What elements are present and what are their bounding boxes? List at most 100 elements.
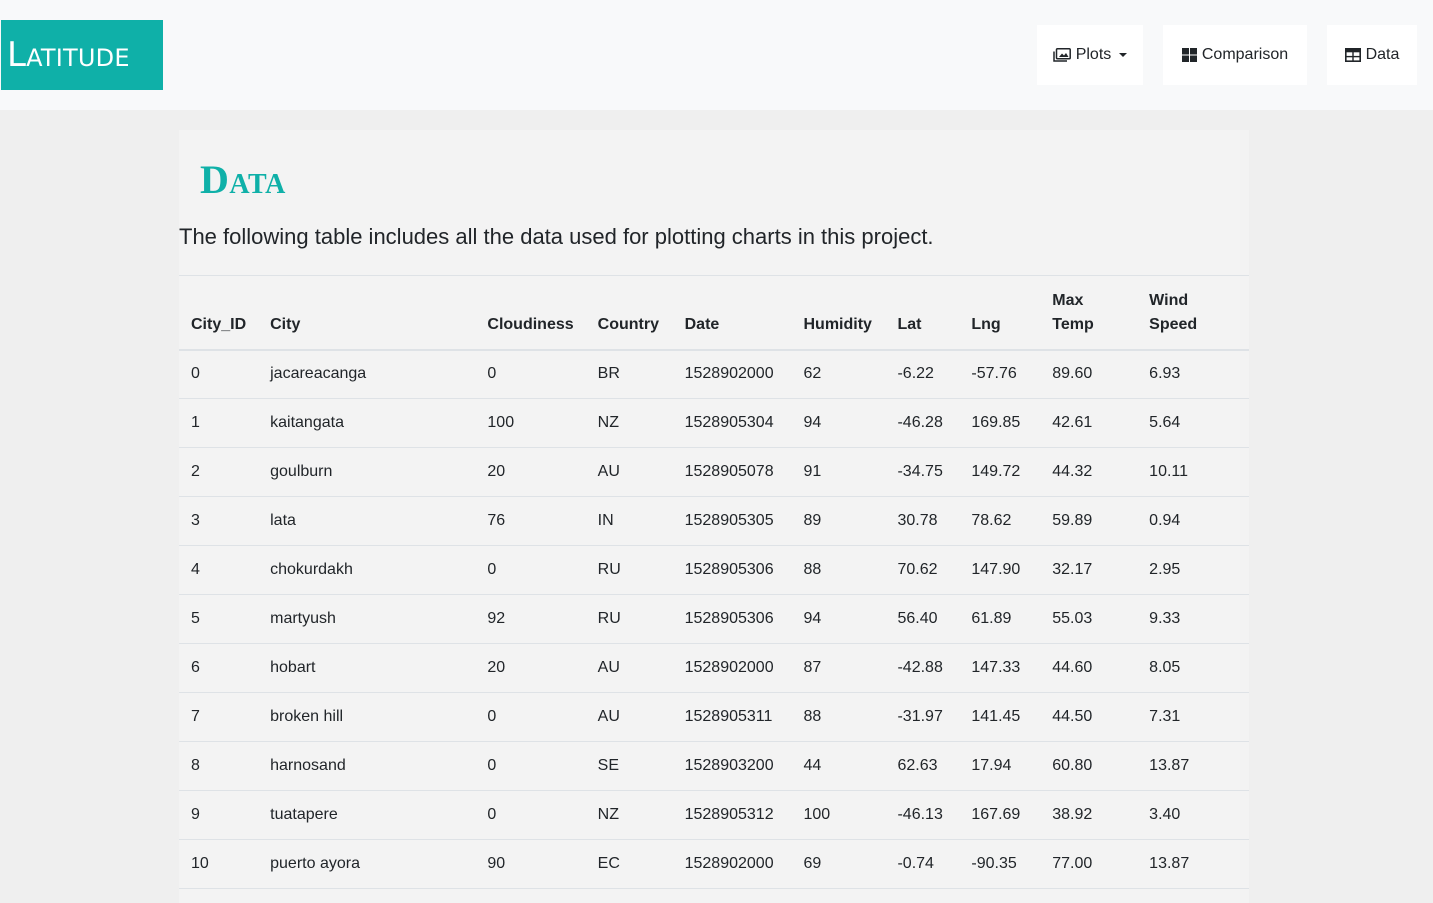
cell-date: 1528902000 <box>672 349 792 399</box>
cell-country: EC <box>585 839 673 889</box>
cell-cloudiness: 0 <box>475 349 586 399</box>
cell-max-temp: 89.60 <box>1040 349 1138 399</box>
cell-max-temp: 55.03 <box>1040 594 1138 644</box>
cell-lng: 78.62 <box>959 496 1041 546</box>
header-lng: Lng <box>959 275 1041 351</box>
cell-humidity: 62 <box>791 349 886 399</box>
cell-humidity: 94 <box>791 398 886 448</box>
cell-wind-speed: 6.93 <box>1137 349 1249 399</box>
cell-lng: 147.90 <box>959 545 1041 595</box>
cell-country: NZ <box>585 790 673 840</box>
cell-city-id: 10 <box>179 839 259 889</box>
cell-city: puerto ayora <box>258 839 476 889</box>
cell-cloudiness: 100 <box>475 398 586 448</box>
table-header-row: City_ID City Cloudiness Country Date Hum… <box>179 275 1249 351</box>
cell-max-temp: 42.61 <box>1040 398 1138 448</box>
plots-dropdown-button[interactable]: Plots <box>1037 25 1143 85</box>
brand-logo[interactable]: Latitude <box>1 20 163 90</box>
plots-label: Plots <box>1075 46 1112 63</box>
cell-city-id: 6 <box>179 643 259 693</box>
cell-country: RU <box>585 545 673 595</box>
cell-cloudiness: 90 <box>475 839 586 889</box>
cell-country: AU <box>585 692 673 742</box>
cell-date: 1528905312 <box>672 790 792 840</box>
cell-humidity: 89 <box>791 496 886 546</box>
data-label: Data <box>1365 46 1400 63</box>
cell-lat: 62.63 <box>885 741 960 791</box>
data-table: City_ID City Cloudiness Country Date Hum… <box>179 275 1249 889</box>
cell-date: 1528902000 <box>672 643 792 693</box>
cell-lng: 61.89 <box>959 594 1041 644</box>
table-row: 1 kaitangata 100 NZ 1528905304 94 -46.28 169.85… <box>179 398 1249 448</box>
cell-lng: 167.69 <box>959 790 1041 840</box>
cell-lng: 141.45 <box>959 692 1041 742</box>
cell-lat: -42.88 <box>885 643 960 693</box>
cell-country: AU <box>585 447 673 497</box>
cell-country: AU <box>585 643 673 693</box>
cell-date: 1528905306 <box>672 594 792 644</box>
cell-city: martyush <box>258 594 476 644</box>
cell-city: tuatapere <box>258 790 476 840</box>
cell-country: RU <box>585 594 673 644</box>
cell-max-temp: 44.32 <box>1040 447 1138 497</box>
cell-humidity: 91 <box>791 447 886 497</box>
cell-max-temp: 77.00 <box>1040 839 1138 889</box>
cell-wind-speed: 0.94 <box>1137 496 1249 546</box>
cell-cloudiness: 76 <box>475 496 586 546</box>
cell-cloudiness: 0 <box>475 790 586 840</box>
table-row: 3 lata 76 IN 1528905305 89 30.78 78.62 59.89 0.94 <box>179 496 1249 546</box>
cell-date: 1528905311 <box>672 692 792 742</box>
cell-lng: 149.72 <box>959 447 1041 497</box>
cell-wind-speed: 5.64 <box>1137 398 1249 448</box>
header-humidity: Humidity <box>791 275 886 351</box>
cell-city-id: 0 <box>179 349 259 399</box>
cell-lng: 147.33 <box>959 643 1041 693</box>
comparison-label: Comparison <box>1201 46 1289 63</box>
cell-date: 1528905078 <box>672 447 792 497</box>
cell-humidity: 87 <box>791 643 886 693</box>
cell-city-id: 3 <box>179 496 259 546</box>
header-max-temp: Max Temp <box>1040 275 1138 351</box>
cell-cloudiness: 0 <box>475 545 586 595</box>
cell-cloudiness: 92 <box>475 594 586 644</box>
header-date: Date <box>672 275 792 351</box>
table-row: 10 puerto ayora 90 EC 1528902000 69 -0.74 -90.3… <box>179 839 1249 889</box>
caret-down-icon <box>1119 53 1128 57</box>
cell-country: NZ <box>585 398 673 448</box>
cell-city: kaitangata <box>258 398 476 448</box>
cell-humidity: 94 <box>791 594 886 644</box>
cell-lat: 56.40 <box>885 594 960 644</box>
images-icon <box>1052 48 1071 62</box>
cell-max-temp: 60.80 <box>1040 741 1138 791</box>
cell-humidity: 44 <box>791 741 886 791</box>
cell-lat: 30.78 <box>885 496 960 546</box>
cell-city-id: 2 <box>179 447 259 497</box>
table-body: 0 jacareacanga 0 BR 1528902000 62 -6.22 -57.76 8… <box>179 349 1249 889</box>
cell-lng: 169.85 <box>959 398 1041 448</box>
cell-country: BR <box>585 349 673 399</box>
cell-wind-speed: 2.95 <box>1137 545 1249 595</box>
comparison-button[interactable]: Comparison <box>1163 25 1307 85</box>
cell-wind-speed: 13.87 <box>1137 741 1249 791</box>
cell-lat: -0.74 <box>885 839 960 889</box>
cell-cloudiness: 20 <box>475 447 586 497</box>
cell-cloudiness: 20 <box>475 643 586 693</box>
data-button[interactable]: Data <box>1327 25 1417 85</box>
header-lat: Lat <box>885 275 960 351</box>
cell-city: hobart <box>258 643 476 693</box>
header-cloudiness: Cloudiness <box>475 275 586 351</box>
cell-date: 1528905305 <box>672 496 792 546</box>
header-city: City <box>258 275 476 351</box>
cell-max-temp: 59.89 <box>1040 496 1138 546</box>
cell-lng: 17.94 <box>959 741 1041 791</box>
cell-max-temp: 44.60 <box>1040 643 1138 693</box>
table-row: 4 chokurdakh 0 RU 1528905306 88 70.62 147.90 32.… <box>179 545 1249 595</box>
content-panel: Data The following table includes all th… <box>179 130 1249 903</box>
cell-wind-speed: 9.33 <box>1137 594 1249 644</box>
cell-date: 1528905304 <box>672 398 792 448</box>
cell-humidity: 69 <box>791 839 886 889</box>
cell-city: lata <box>258 496 476 546</box>
table-row: 6 hobart 20 AU 1528902000 87 -42.88 147.33 44.60… <box>179 643 1249 693</box>
cell-date: 1528903200 <box>672 741 792 791</box>
cell-city: chokurdakh <box>258 545 476 595</box>
